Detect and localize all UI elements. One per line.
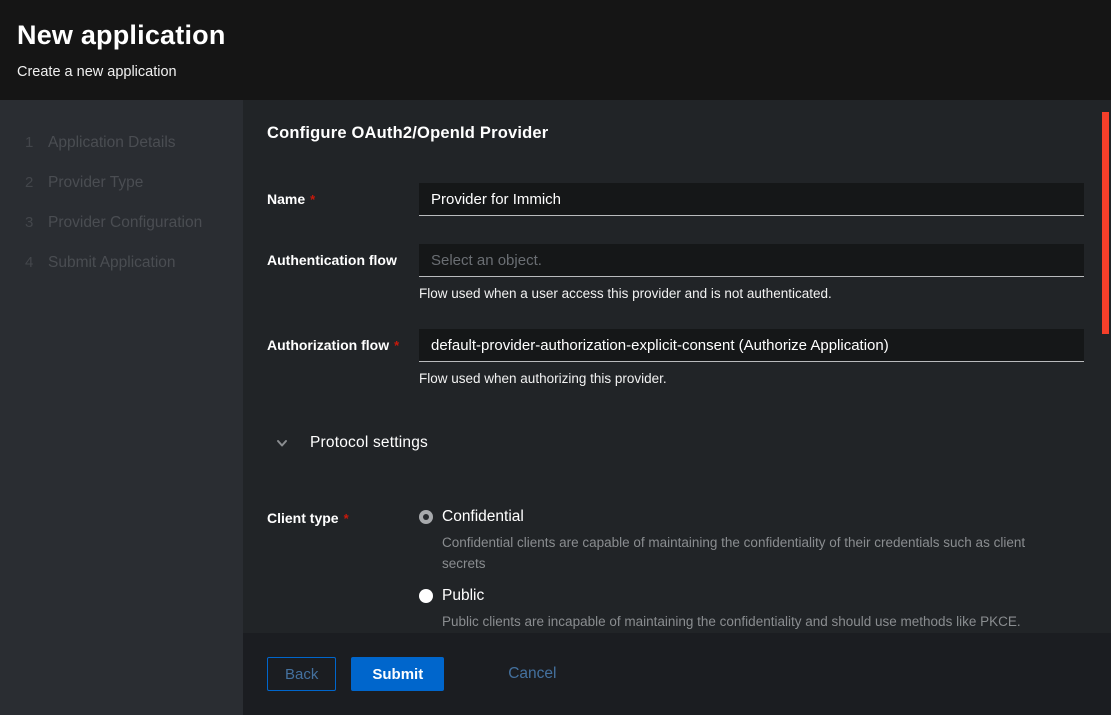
required-indicator: * [344,511,349,526]
wizard-footer: Back Submit Cancel [243,633,1111,715]
name-label: Name [267,191,305,207]
authentication-flow-select[interactable] [419,244,1084,277]
confidential-radio[interactable]: Confidential [419,508,1084,526]
authentication-flow-label: Authentication flow [267,252,397,268]
new-application-wizard: New application Create a new application… [0,0,1111,715]
step-number: 3 [25,214,40,231]
step-label: Application Details [48,134,176,152]
form-heading: Configure OAuth2/OpenId Provider [267,124,1084,143]
step-number: 2 [25,174,40,191]
confidential-radio-label: Confidential [442,508,524,526]
step-number: 4 [25,254,40,271]
radio-unselected-icon[interactable] [419,589,433,603]
radio-selected-icon[interactable] [419,510,433,524]
scrollbar-thumb[interactable] [1102,112,1109,334]
step-label: Submit Application [48,254,176,272]
submit-button[interactable]: Submit [351,657,444,691]
public-radio-description: Public clients are incapable of maintain… [442,612,1042,633]
wizard-step-application-details[interactable]: 1 Application Details [25,134,233,156]
name-field-row: Name * [267,183,1084,216]
public-radio-label: Public [442,587,484,605]
wizard-header: New application Create a new application [0,0,1111,100]
client-type-option-confidential: Confidential Confidential clients are ca… [419,508,1084,575]
wizard-step-provider-configuration[interactable]: 3 Provider Configuration [25,214,233,236]
protocol-settings-label: Protocol settings [310,434,428,452]
authorization-flow-label: Authorization flow [267,337,389,353]
client-type-option-public: Public Public clients are incapable of m… [419,587,1084,633]
client-type-label: Client type [267,510,339,526]
back-button[interactable]: Back [267,657,336,691]
public-radio[interactable]: Public [419,587,1084,605]
step-number: 1 [25,134,40,151]
protocol-settings-toggle[interactable]: Protocol settings [275,434,1084,452]
cancel-link[interactable]: Cancel [508,665,556,683]
wizard-step-provider-type[interactable]: 2 Provider Type [25,174,233,196]
authorization-flow-row: Authorization flow * Flow used when autho… [267,329,1084,386]
authentication-flow-row: Authentication flow Flow used when a use… [267,244,1084,301]
step-label: Provider Type [48,174,143,192]
page-title: New application [17,20,1094,51]
provider-config-form: Configure OAuth2/OpenId Provider Name * A… [243,100,1111,633]
required-indicator: * [310,192,315,207]
required-indicator: * [394,338,399,353]
confidential-radio-description: Confidential clients are capable of main… [442,533,1042,575]
name-input[interactable] [419,183,1084,216]
authentication-flow-help: Flow used when a user access this provid… [419,286,1084,301]
chevron-down-icon [275,436,289,450]
authorization-flow-select[interactable] [419,329,1084,362]
client-type-row: Client type * Confidential Confidential c… [267,508,1084,633]
page-subtitle: Create a new application [17,64,1094,80]
authorization-flow-help: Flow used when authorizing this provider… [419,371,1084,386]
wizard-steps-sidebar: 1 Application Details 2 Provider Type 3 … [0,100,243,715]
step-label: Provider Configuration [48,214,202,232]
wizard-step-submit-application[interactable]: 4 Submit Application [25,254,233,276]
